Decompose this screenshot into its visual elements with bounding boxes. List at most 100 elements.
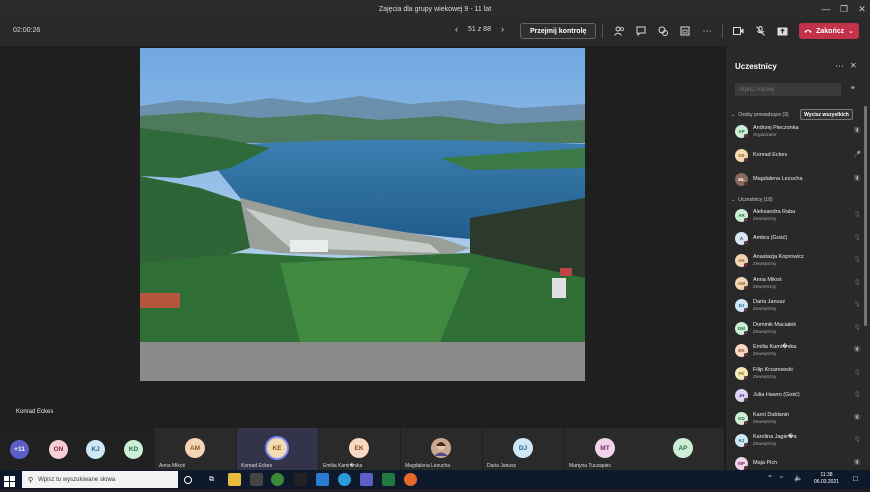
participant-row[interactable]: DM Dominik Maciałek Zewnętrzny 🎙 bbox=[735, 321, 861, 339]
attendees-section-header[interactable]: ⌄ Uczestnicy (18) bbox=[731, 197, 773, 203]
section-label: Osoby prowadzące (3) bbox=[738, 112, 789, 118]
video-tile[interactable]: DJ Daria Janusz bbox=[483, 428, 564, 470]
chrome-icon[interactable] bbox=[271, 473, 284, 486]
mic-muted-icon[interactable]: 🔇 bbox=[854, 414, 861, 421]
mic-unavailable-icon[interactable]: 🎙 bbox=[853, 369, 861, 376]
taskbar-clock[interactable]: 11:38 06.03.2021 bbox=[814, 472, 839, 486]
participant-row[interactable]: JH Julia Hawro (Gość) 🎙 bbox=[735, 388, 861, 406]
mic-muted-icon[interactable]: 🔇 bbox=[854, 459, 861, 466]
participant-row[interactable]: ML Magdalena Lezucha 🔇 bbox=[735, 172, 861, 190]
more-actions-button[interactable]: ⋯ bbox=[699, 23, 715, 39]
network-icon[interactable]: ▫ bbox=[780, 474, 782, 481]
participant-role: Organizator bbox=[753, 132, 777, 137]
title-bar: Zajęcia dla grupy wiekowej 9 - 11 lat bbox=[0, 0, 870, 18]
mic-muted-icon[interactable]: 🔇 bbox=[854, 346, 861, 353]
avatar-initials: KJ bbox=[738, 438, 745, 443]
presence-dot bbox=[744, 398, 748, 402]
avatar-initials: AP bbox=[678, 444, 688, 452]
section-label: Uczestnicy (18) bbox=[738, 197, 773, 203]
participant-row[interactable]: KD Karol Dublanin Zewnętrzny 🔇 bbox=[735, 411, 861, 429]
participant-row[interactable]: KJ Karolina Jagie�a Zewnętrzny 🎙 bbox=[735, 433, 861, 451]
vscode-icon[interactable] bbox=[316, 473, 329, 486]
video-tile[interactable]: MT Martyna Tuczapiec bbox=[565, 428, 646, 470]
app-icon[interactable] bbox=[294, 473, 307, 486]
panel-more-icon[interactable]: ⋯ bbox=[835, 61, 844, 72]
mic-unavailable-icon[interactable]: 🎙 bbox=[853, 211, 861, 218]
participant-row[interactable]: EK Emilia Kami�ska Zewnętrzny 🔇 bbox=[735, 343, 861, 361]
taskbar-search[interactable]: ⚲ Wpisz tu wyszukiwane słowa bbox=[22, 471, 178, 488]
panel-title: Uczestnicy bbox=[735, 62, 777, 71]
video-tile[interactable]: EK Emilia Kami�ska bbox=[319, 428, 400, 470]
teams-icon[interactable] bbox=[360, 473, 373, 486]
video-tile[interactable]: Magdalena Lezucha bbox=[401, 428, 482, 470]
avatar-initials: KE bbox=[272, 444, 282, 452]
prev-slide-button[interactable]: ‹ bbox=[455, 24, 458, 34]
video-tile[interactable]: AM Anna Mikoś bbox=[155, 428, 236, 470]
participant-role: Zewnętrzny bbox=[753, 328, 777, 334]
mic-on-icon[interactable]: 🎤 bbox=[854, 151, 861, 158]
notifications-icon[interactable]: □ bbox=[853, 474, 858, 483]
mic-unavailable-icon[interactable]: 🎙 bbox=[853, 279, 861, 286]
participant-row[interactable]: DJ Daria Janusz Zewnętrzny 🎙 bbox=[735, 298, 861, 316]
avatar-initials: DJ bbox=[518, 444, 528, 452]
panel-close-icon[interactable]: ✕ bbox=[850, 61, 857, 70]
microphone-button[interactable] bbox=[752, 23, 768, 39]
chat-button[interactable] bbox=[633, 23, 649, 39]
participant-row[interactable]: KE Konrad Eckes 🎤 bbox=[735, 148, 861, 166]
mic-muted-icon[interactable]: 🔇 bbox=[854, 127, 861, 134]
avatar-photo bbox=[431, 438, 451, 458]
app-icon[interactable] bbox=[250, 473, 263, 486]
firefox-icon[interactable] bbox=[404, 473, 417, 486]
participant-row[interactable]: AP Andrzej Pieczonka Organizator 🔇 bbox=[735, 124, 861, 142]
cortana-icon[interactable] bbox=[184, 476, 192, 484]
close-window-button[interactable]: ✕ bbox=[850, 0, 870, 18]
chevron-down-icon[interactable]: ⌄ bbox=[848, 27, 854, 35]
end-meeting-button[interactable]: Zakończ ⌄ bbox=[799, 23, 859, 39]
participant-row[interactable]: FK Filip Krzanowski Zewnętrzny 🎙 bbox=[735, 366, 861, 384]
breakout-rooms-button[interactable] bbox=[677, 23, 693, 39]
participants-button[interactable] bbox=[611, 23, 627, 39]
participant-row[interactable]: AM Anna Mikoś Zewnętrzny 🎙 bbox=[735, 276, 861, 294]
participant-name: Julia Hawro (Gość) bbox=[753, 392, 800, 398]
participant-role: Zewnętrzny bbox=[753, 418, 777, 424]
mic-muted-icon[interactable]: 🔇 bbox=[854, 175, 861, 182]
participant-role: Zewnętrzny bbox=[753, 306, 777, 311]
participant-name: Karol Dublanin bbox=[753, 411, 790, 418]
volume-icon[interactable]: 🔈 bbox=[794, 474, 803, 482]
participant-bubble[interactable]: KJ bbox=[86, 440, 105, 459]
participant-bubble[interactable]: ON bbox=[49, 440, 68, 459]
mic-unavailable-icon[interactable]: 🎙 bbox=[853, 324, 861, 331]
clock-date: 06.03.2021 bbox=[814, 479, 840, 485]
video-tile-active-speaker[interactable]: KE Konrad Eckes bbox=[237, 428, 318, 470]
bubble-initials: KJ bbox=[91, 446, 100, 453]
participant-bubble[interactable]: KD bbox=[124, 440, 143, 459]
mic-unavailable-icon[interactable]: 🎙 bbox=[853, 391, 861, 398]
panel-scrollbar[interactable] bbox=[864, 106, 867, 326]
participant-row[interactable]: A Ambra (Gość) 🎙 bbox=[735, 231, 861, 249]
start-button[interactable] bbox=[4, 474, 15, 487]
file-explorer-icon[interactable] bbox=[228, 473, 241, 486]
participant-row[interactable]: AK Anastazja Koprowicz Zewnętrzny 🎙 bbox=[735, 253, 861, 271]
participant-search-input[interactable] bbox=[735, 83, 841, 96]
mic-unavailable-icon[interactable]: 🎙 bbox=[853, 436, 861, 443]
mic-unavailable-icon[interactable]: 🎙 bbox=[853, 256, 861, 263]
video-tile[interactable]: AP bbox=[643, 428, 724, 470]
person-photo-icon bbox=[431, 438, 451, 458]
edge-icon[interactable] bbox=[338, 473, 351, 486]
reactions-button[interactable] bbox=[655, 23, 671, 39]
task-view-icon[interactable]: ⧉ bbox=[205, 473, 218, 486]
share-button[interactable] bbox=[774, 23, 790, 39]
participant-row[interactable]: AR Aleksandra Raba Zewnętrzny 🎙 bbox=[735, 208, 861, 226]
camera-button[interactable] bbox=[730, 23, 746, 39]
presenters-section-header[interactable]: ⌄ Osoby prowadzące (3) bbox=[731, 112, 789, 118]
more-participants-bubble[interactable]: +11 bbox=[10, 440, 29, 459]
share-invite-icon[interactable]: ⚭ bbox=[850, 84, 856, 92]
mute-all-button[interactable]: Wycisz wszystkich bbox=[800, 109, 853, 120]
excel-icon[interactable] bbox=[382, 473, 395, 486]
mic-unavailable-icon[interactable]: 🎙 bbox=[853, 301, 861, 308]
next-slide-button[interactable]: › bbox=[501, 24, 504, 34]
presence-dot bbox=[744, 218, 748, 222]
tray-chevron-icon[interactable]: ⌃ bbox=[767, 474, 773, 482]
take-control-button[interactable]: Przejmij kontrolę bbox=[520, 23, 597, 39]
mic-unavailable-icon[interactable]: 🎙 bbox=[853, 234, 861, 241]
